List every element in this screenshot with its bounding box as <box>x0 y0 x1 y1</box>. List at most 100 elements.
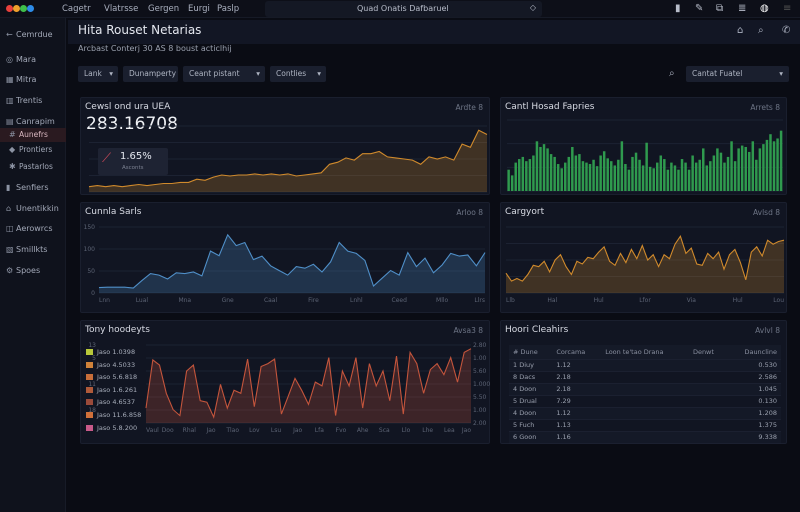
layers-icon[interactable]: ⧉ <box>716 3 723 14</box>
sidebar-item-smillkts[interactable]: ▧ Smillkts <box>0 243 66 257</box>
column-header[interactable]: Corcama <box>552 345 602 360</box>
sidebar-item-aerowrcs[interactable]: ◫ Aerowrcs <box>0 222 66 236</box>
table-cell: 5 Fuch <box>509 419 553 432</box>
sidebar-item-mara[interactable]: ◎ Mara <box>0 53 66 67</box>
category-card: Cargyort Avlsd 8 Llb Hal Hul Lfor Via Hul Lou <box>500 202 787 313</box>
table-cell <box>688 407 728 420</box>
table-row[interactable]: 5 Drual 7.29 0.130 <box>509 395 781 408</box>
column-header[interactable]: Loon te'tao Drana <box>601 345 689 360</box>
filter-button[interactable]: Lank ▾ <box>78 66 118 82</box>
change-value: 1.65% <box>120 151 152 162</box>
bar <box>687 169 691 191</box>
page-subtitle: Arcbast Conterj 30 AS 8 boust acticlhij <box>78 44 232 53</box>
bar <box>539 146 542 191</box>
table-cell <box>601 371 689 384</box>
window-dot-orange[interactable] <box>13 5 20 12</box>
bar <box>510 175 514 191</box>
search-icon[interactable]: ⌕ <box>669 68 675 79</box>
card-meta[interactable]: Arloo 8 <box>456 208 483 217</box>
column-header[interactable]: # Dune <box>509 345 553 360</box>
bar <box>592 159 595 191</box>
sidebar-item-prontiers[interactable]: ◆ Prontiers <box>0 143 66 157</box>
window-dot-red[interactable] <box>6 5 13 12</box>
list-icon[interactable]: ≣ <box>738 3 746 14</box>
table-cell: 1 Diuy <box>509 359 553 372</box>
filter-button[interactable]: Dunamperty <box>123 66 178 82</box>
filter-select[interactable]: Cantat Fuatel ▾ <box>686 66 789 82</box>
menu-item[interactable]: Vlatrsse <box>104 4 138 14</box>
card-meta[interactable]: Ardte 8 <box>455 103 483 112</box>
bar <box>560 168 563 191</box>
card-meta[interactable]: Avlsd 8 <box>753 208 780 217</box>
bar <box>507 169 510 191</box>
table-cell <box>601 359 689 372</box>
filter-button[interactable]: Ceant pistant ▾ <box>183 66 265 82</box>
legend-swatch <box>86 424 93 431</box>
legend-item[interactable]: Jaso 4.5033 <box>83 361 141 374</box>
bookmark-icon[interactable]: ▮ <box>675 3 681 14</box>
menu-item[interactable]: Paslp <box>217 4 239 14</box>
menu-item[interactable]: Eurgi <box>188 4 210 14</box>
x-tick-label: Lea <box>444 427 455 434</box>
settings-icon: ⚙ <box>6 266 14 275</box>
table-row[interactable]: 6 Goon 1.16 9.338 <box>509 431 781 444</box>
sidebar-item-trentis[interactable]: ▥ Trentis <box>0 94 66 108</box>
table-row[interactable]: 1 Diuy 1.12 0.530 <box>509 359 781 372</box>
window-dot-green[interactable] <box>20 5 27 12</box>
legend-item[interactable]: Jaso 11.6.858 <box>83 411 141 424</box>
search-input[interactable]: Quad Onatis Dafbaruel ◇ <box>265 1 542 17</box>
x-tick-label: Via <box>687 297 697 304</box>
x-tick-label: Fvo <box>336 427 347 434</box>
bar <box>546 148 549 191</box>
legend-item[interactable]: Jaso 1.6.261 <box>83 386 141 399</box>
legend-item[interactable]: Jaso 4.6537 <box>83 398 141 411</box>
sidebar-item-mitra[interactable]: ▦ Mitra <box>0 73 66 87</box>
search-icon[interactable]: ⌕ <box>758 25 764 36</box>
notifications-icon[interactable]: ◍ <box>760 3 769 14</box>
sidebar-item-spoes[interactable]: ⚙ Spoes <box>0 264 66 278</box>
bar <box>581 161 585 191</box>
sidebar-item-unentikkin[interactable]: ⌂ Unentikkin <box>0 202 66 216</box>
bar <box>553 156 556 191</box>
menu-item[interactable]: Gergen <box>148 4 179 14</box>
sidebar-item-senfiers[interactable]: ▮ Senfiers <box>0 181 66 195</box>
table-row[interactable]: 8 Dacs 2.18 2.586 <box>509 371 781 384</box>
menu-icon[interactable]: ≡ <box>783 3 791 14</box>
card-meta[interactable]: Arrets 8 <box>750 103 780 112</box>
pen-icon[interactable]: ✎ <box>695 3 703 14</box>
sidebar-item-pastarlos[interactable]: ✱ Pastarlos <box>0 160 66 174</box>
sidebar-item-canrapim[interactable]: ▤ Canrapim <box>0 115 66 129</box>
x-tick-label: Lou <box>773 297 784 304</box>
bar <box>755 159 758 191</box>
menu-item[interactable]: Cagetr <box>62 4 91 14</box>
phone-icon[interactable]: ✆ <box>782 25 790 36</box>
window-dot-blue[interactable] <box>27 5 34 12</box>
bar <box>666 169 670 191</box>
column-header[interactable]: Denwt <box>688 345 728 360</box>
card-meta[interactable]: Avsa3 8 <box>453 326 483 335</box>
x-tick-label: Lual <box>136 297 149 304</box>
export-icon[interactable]: ⌂ <box>737 25 743 36</box>
table-row[interactable]: 4 Doon 2.18 1.045 <box>509 383 781 396</box>
data-table: # Dune Corcama Loon te'tao Drana Denwt Daunc… <box>509 345 781 444</box>
y-tick-label: 2.00 <box>473 420 487 427</box>
table-row[interactable]: 5 Fuch 1.13 1.375 <box>509 419 781 432</box>
bar <box>765 139 769 191</box>
bar <box>624 164 627 191</box>
table-cell: 1.375 <box>727 419 781 432</box>
chevron-down-icon: ▾ <box>256 69 260 78</box>
x-tick-label: Tlao <box>225 427 239 434</box>
sidebar-item-cemrdue[interactable]: ← Cemrdue <box>0 28 66 42</box>
sidebar-item-aunefrs[interactable]: # Aunefrs <box>0 128 66 142</box>
y-tick-label: 100 <box>84 246 96 253</box>
legend-item[interactable]: Jaso 5.8.200 <box>83 424 141 437</box>
column-header[interactable]: Dauncline <box>727 345 781 360</box>
filter-button[interactable]: Contlies ▾ <box>270 66 326 82</box>
table-row[interactable]: 4 Doon 1.12 1.208 <box>509 407 781 420</box>
card-meta[interactable]: Avlvl 8 <box>755 326 780 335</box>
box-icon: ◫ <box>6 224 14 233</box>
x-tick-label: Fire <box>308 297 319 304</box>
legend-item[interactable]: Jaso 5.6.818 <box>83 373 141 386</box>
clear-icon[interactable]: ◇ <box>530 3 536 12</box>
legend-item[interactable]: Jaso 1.0398 <box>83 348 141 361</box>
